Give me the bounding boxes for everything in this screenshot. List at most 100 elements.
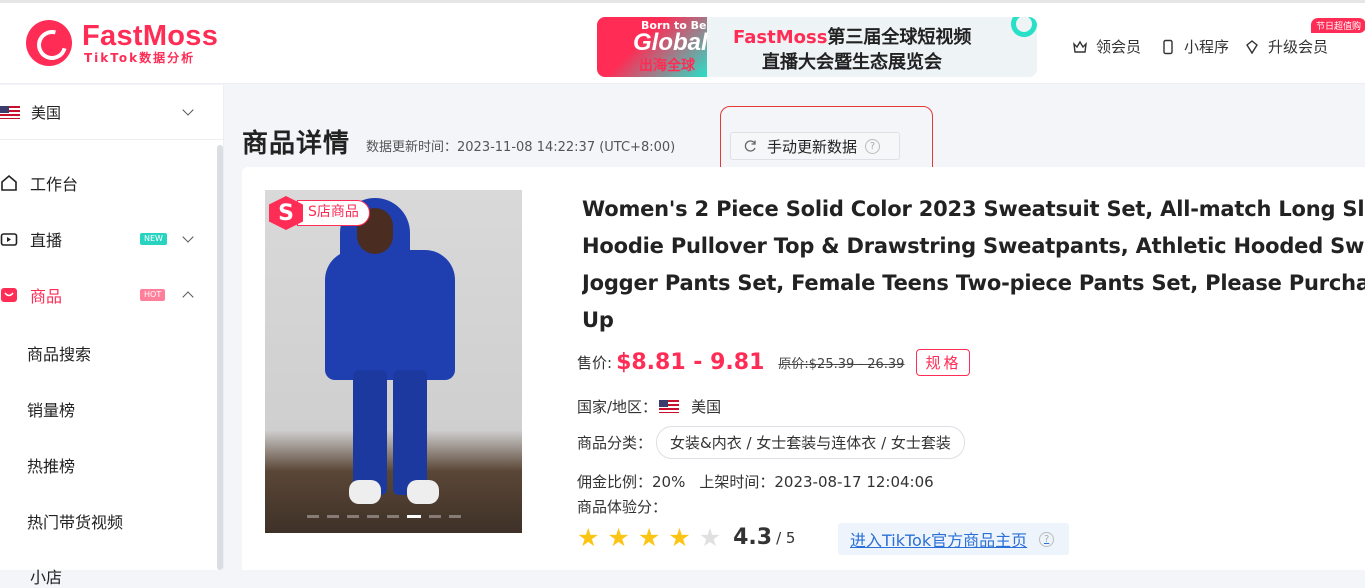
banner-decoration (1011, 17, 1037, 37)
help-icon[interactable]: ? (865, 138, 881, 154)
carousel-dot[interactable] (327, 515, 339, 518)
rating-score: 4.3 (733, 525, 773, 550)
sidebar-sub-product-search[interactable]: 商品搜索 (27, 341, 91, 365)
carousel-dot[interactable] (307, 515, 319, 518)
update-time: 数据更新时间：2023-11-08 14:22:37 (UTC+8:00) (366, 136, 675, 155)
commission-row: 佣金比例： 20% 上架时间： 2023-08-17 12:04:06 (577, 471, 934, 492)
sidebar-item-workbench-label: 工作台 (30, 175, 79, 194)
sidebar-sub-shop[interactable]: 小店 (30, 564, 62, 588)
hot-tag: HOT (140, 289, 166, 301)
refresh-icon (743, 139, 757, 153)
chevron-down-icon (182, 104, 194, 116)
listed-value: 2023-08-17 12:04:06 (774, 472, 934, 491)
event-banner[interactable]: Born to Be Global 出海全球 FastMoss第三届全球短视频 … (597, 17, 1037, 77)
rating-label-row: 商品体验分： (577, 496, 667, 517)
product-title-line: Women's 2 Piece Solid Color 2023 Sweatsu… (582, 197, 1365, 221)
sidebar-sub-hot-rank[interactable]: 热推榜 (27, 453, 75, 477)
spec-button[interactable]: 规格 (916, 349, 971, 376)
listed-label: 上架时间： (699, 473, 775, 491)
update-time-label: 数据更新时间： (366, 140, 458, 155)
tiktok-product-link-label: 进入TikTok官方商品主页 (850, 531, 1028, 550)
star-icon: ★ (607, 523, 630, 552)
image-figure-leg (393, 370, 427, 495)
star-icon: ★ (637, 523, 661, 552)
page-title: 商品详情 (242, 129, 351, 159)
star-icon: ★ (668, 523, 691, 552)
banner-global-text: Global (633, 29, 708, 56)
sidebar-item-workbench[interactable]: 工作台 (0, 161, 216, 205)
country-row: 国家/地区： 美国 (577, 396, 721, 417)
sidebar-item-products[interactable]: 商品 HOT (0, 273, 216, 317)
product-title-line: Jogger Pants Set, Female Teens Two-piece… (582, 271, 1365, 295)
image-carousel-dots[interactable] (307, 515, 461, 518)
refresh-data-button[interactable]: 手动更新数据 ? (730, 132, 900, 160)
shop-icon (0, 286, 18, 304)
rating-stars: ★ ★ ★ ★ ★ (577, 525, 729, 550)
commission-value: 20% (652, 472, 686, 491)
tiktok-product-link[interactable]: 进入TikTok官方商品主页 ? (838, 523, 1069, 555)
sidebar-item-products-label: 商品 (30, 287, 63, 306)
carousel-dot-active[interactable] (407, 515, 421, 518)
crown-icon (1072, 39, 1088, 55)
live-icon (0, 230, 18, 248)
logo-title: FastMoss (82, 20, 219, 52)
country-label: 国家/地区： (577, 398, 658, 416)
help-icon[interactable]: ? (1039, 531, 1055, 547)
diamond-icon (1244, 39, 1260, 55)
rating-max: / 5 (776, 528, 796, 547)
star-icon: ★ (698, 523, 722, 552)
nav-miniprogram-label: 小程序 (1184, 38, 1230, 56)
carousel-dot[interactable] (347, 515, 359, 518)
country-value: 美国 (691, 398, 722, 416)
banner-brand: FastMoss (733, 27, 828, 48)
promo-badge: 节日超值购 (1311, 18, 1365, 33)
fastmoss-logo[interactable]: FastMoss TikTok数据分析 (26, 20, 218, 66)
price-row: 售价: $8.81 - 9.81 原价:$25.39 - 26.39 规格 (577, 349, 971, 376)
banner-headline: FastMoss第三届全球短视频 (733, 23, 971, 49)
original-price-label: 原价: (778, 357, 809, 372)
banner-headline-rest: 第三届全球短视频 (827, 27, 972, 48)
product-title-line: Hoodie Pullover Top & Drawstring Sweatpa… (582, 234, 1365, 258)
logo-icon (26, 20, 72, 66)
us-flag-icon (659, 400, 680, 413)
product-title: Women's 2 Piece Solid Color 2023 Sweatsu… (582, 191, 1365, 339)
original-price-value: $25.39 - 26.39 (808, 357, 905, 372)
chevron-up-icon (182, 291, 194, 303)
nav-miniprogram[interactable]: 小程序 (1160, 36, 1229, 57)
category-label: 商品分类： (577, 434, 653, 452)
category-pill[interactable]: 女装&内衣 / 女士套装与连体衣 / 女士套装 (656, 426, 965, 459)
price-value: $8.81 - 9.81 (616, 350, 765, 375)
image-figure-shoe (349, 480, 381, 504)
shop-type-badge: S S店商品 (269, 196, 370, 230)
sidebar-scrollbar[interactable] (217, 145, 223, 570)
image-figure-leg (353, 370, 387, 495)
sidebar-item-live-label: 直播 (30, 231, 63, 250)
banner-sub-text: 出海全球 (639, 58, 695, 74)
nav-upgrade[interactable]: 升级会员 (1244, 36, 1328, 57)
nav-upgrade-label: 升级会员 (1268, 38, 1329, 56)
sidebar-sub-hot-videos[interactable]: 热门带货视频 (27, 509, 123, 533)
us-flag-icon (0, 105, 20, 119)
logo-subtitle: TikTok数据分析 (84, 51, 196, 65)
update-time-value: 2023-11-08 14:22:37 (UTC+8:00) (457, 140, 676, 155)
star-icon: ★ (577, 523, 600, 552)
carousel-dot[interactable] (367, 515, 379, 518)
carousel-dot[interactable] (449, 515, 461, 518)
carousel-dot[interactable] (429, 515, 441, 518)
rating-row: ★ ★ ★ ★ ★ 4.3 / 5 (577, 525, 795, 550)
top-bar: FastMoss TikTok数据分析 Born to Be Global 出海… (0, 0, 1365, 84)
sidebar-sub-sales-rank[interactable]: 销量榜 (27, 397, 75, 421)
new-tag: NEW (140, 233, 167, 245)
product-title-line: Up (582, 308, 614, 332)
chevron-down-icon (182, 231, 194, 243)
carousel-dot[interactable] (387, 515, 399, 518)
shop-badge-label: S店商品 (297, 200, 370, 226)
price-label: 售价: (577, 354, 613, 372)
sidebar-item-live[interactable]: 直播 NEW (0, 217, 216, 261)
rating-label: 商品体验分： (577, 498, 668, 516)
nav-membership[interactable]: 领会员 (1072, 36, 1141, 57)
category-row: 商品分类： 女装&内衣 / 女士套装与连体衣 / 女士套装 (577, 426, 965, 459)
region-selector[interactable]: 美国 (0, 85, 224, 140)
product-image[interactable] (265, 190, 522, 533)
image-figure-shoe (407, 480, 439, 504)
